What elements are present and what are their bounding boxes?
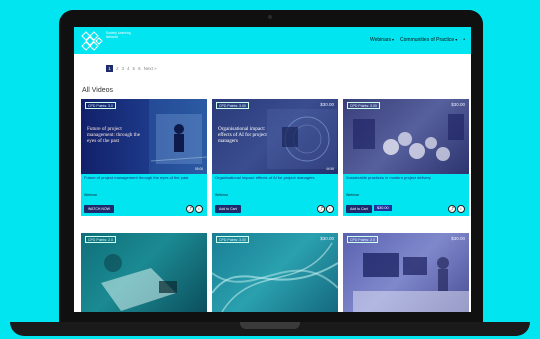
cpd-badge: CPD Points: 2.0 [347,236,378,243]
video-thumbnail[interactable]: CPD Points: 3.00 $30.00 [343,99,469,174]
cpd-badge: CPD Points: 3.00 [216,102,249,109]
price-label: $30.00 [451,236,465,241]
page-link[interactable]: 3 [122,66,125,71]
card-info: Future of project management through the… [81,174,207,216]
section-title: All Videos [82,87,114,94]
screen: Society Learning Network Webinars▾ Commu… [74,27,471,312]
card-info: Organisational impact: effects of AI for… [212,174,338,216]
video-thumbnail[interactable]: CPD Points: 2.0 [81,233,207,312]
cpd-badge: CPD Points: 2.0 [85,236,116,243]
chevron-down-icon: ▾ [455,37,458,42]
video-card[interactable]: CPD Points: 3.00 $30.00 Sustainable prac… [343,99,469,216]
watch-now-button[interactable]: WATCH NOW [84,205,114,213]
video-card[interactable]: CPD Points: 3.00 $30.00 [212,233,338,312]
thumbnail-image [353,253,469,312]
nav-more-icon[interactable]: • [463,37,465,43]
page-current[interactable]: 1 [106,65,113,72]
webcam [268,15,272,19]
logo-icon[interactable] [80,30,104,52]
page-next[interactable]: Next » [144,66,157,71]
video-title[interactable]: Organisational impact: effects of AI for… [215,175,335,181]
cpd-badge: CPD Points: 3.0 [85,102,116,109]
price-label: $30.00 [320,236,334,241]
nav-item-webinars[interactable]: Webinars▾ [370,37,394,43]
video-type: Webinar [215,193,228,197]
info-icon[interactable]: i [457,205,465,213]
share-icon[interactable]: ⤴ [317,205,325,213]
info-icon[interactable]: i [195,205,203,213]
video-thumbnail[interactable]: CPD Points: 3.0 Future of project manage… [81,99,207,174]
chevron-down-icon: ▾ [392,37,395,42]
thumbnail-image [212,242,338,312]
video-duration: 55:06 [195,167,203,171]
laptop-frame: Society Learning Network Webinars▾ Commu… [59,10,483,322]
video-thumbnail[interactable]: CPD Points: 3.00 $30.00 [212,233,338,312]
add-to-cart-button[interactable]: Add to Cart [215,205,241,213]
card-icons: ⤴ i [186,205,203,213]
video-title[interactable]: Future of project management through the… [84,175,204,181]
thumbnail-image [353,114,464,161]
video-card[interactable]: CPD Points: 3.0 Future of project manage… [81,99,207,216]
laptop-notch [240,322,300,329]
card-info: Sustainable practices in modern project … [343,174,469,216]
video-duration: 44:56 [326,167,334,171]
nav-item-communities[interactable]: Communities of Practice▾ [400,37,457,43]
price-label: $30.00 [451,102,465,107]
video-card[interactable]: CPD Points: 2.0 [81,233,207,312]
add-to-cart-button[interactable]: Add to Cart [346,205,372,213]
share-icon[interactable]: ⤴ [448,205,456,213]
cpd-badge: CPD Points: 3.00 [216,236,249,243]
thumbnail-caption: Future of project management: through th… [87,126,141,144]
main-nav: Webinars▾ Communities of Practice▾ • [370,37,465,43]
info-icon[interactable]: i [326,205,334,213]
price-tag: $30.00 [374,205,392,211]
video-card[interactable]: CPD Points: 3.00 $30.00 Organisational i… [212,99,338,216]
page-link[interactable]: 5 [133,66,136,71]
card-icons: ⤴ i [448,205,465,213]
video-thumbnail[interactable]: CPD Points: 2.0 $30.00 [343,233,469,312]
video-card[interactable]: CPD Points: 2.0 $30.00 [343,233,469,312]
pagination: 1 2 3 4 5 6 Next » [106,65,157,72]
thumbnail-caption: Organisational impact: effects of AI for… [218,126,267,144]
video-type: Webinar [346,193,359,197]
site-header: Society Learning Network Webinars▾ Commu… [74,27,471,54]
page-link[interactable]: 2 [116,66,119,71]
video-title[interactable]: Sustainable practices in modern project … [346,175,466,181]
card-icons: ⤴ i [317,205,334,213]
page-link[interactable]: 6 [138,66,141,71]
thumbnail-image [101,254,177,311]
logo-text: Society Learning Network [106,31,131,39]
share-icon[interactable]: ⤴ [186,205,194,213]
video-thumbnail[interactable]: CPD Points: 3.00 $30.00 Organisational i… [212,99,338,174]
page-link[interactable]: 4 [127,66,130,71]
cpd-badge: CPD Points: 3.00 [347,102,380,109]
price-label: $30.00 [320,102,334,107]
video-type: Webinar [84,193,97,197]
